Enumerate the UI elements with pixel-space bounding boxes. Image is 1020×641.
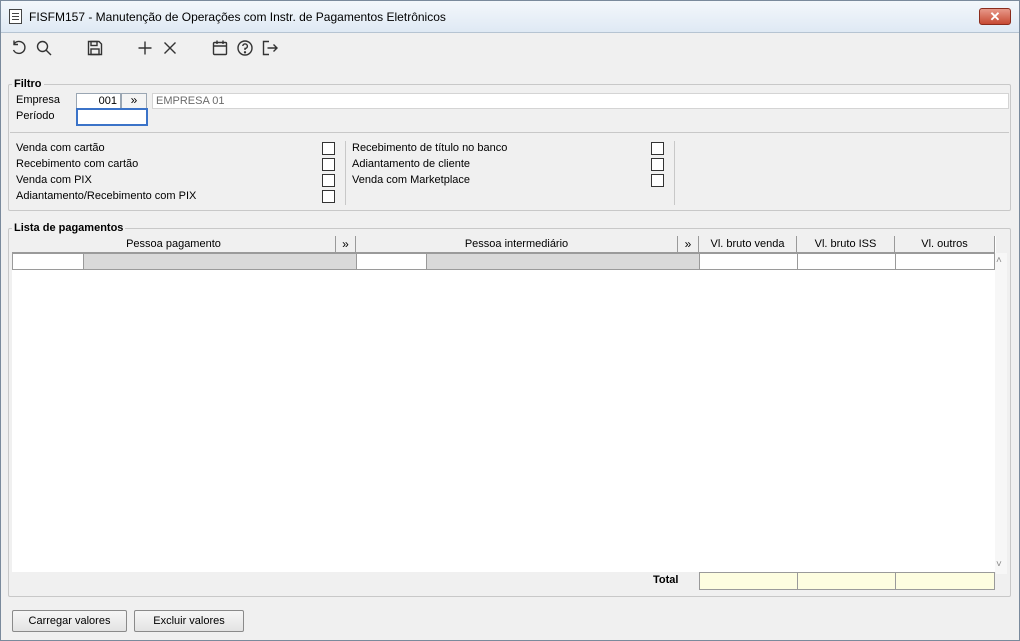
- payments-grid: Pessoa pagamento » Pessoa intermediário …: [12, 236, 1007, 574]
- col-lookup-1[interactable]: »: [336, 236, 356, 253]
- total-label: Total: [653, 574, 679, 586]
- exit-icon[interactable]: [259, 37, 281, 59]
- main-window: FISFM157 - Manutenção de Operações com I…: [0, 0, 1020, 641]
- add-icon[interactable]: [134, 37, 156, 59]
- window-title: FISFM157 - Manutenção de Operações com I…: [29, 10, 446, 24]
- scroll-down-icon[interactable]: ˅: [996, 559, 1002, 570]
- title-bar: FISFM157 - Manutenção de Operações com I…: [1, 1, 1019, 33]
- option-venda-cartao-checkbox[interactable]: [322, 142, 335, 155]
- row1-pessoa-pagamento-name: [83, 253, 357, 270]
- periodo-field[interactable]: [76, 108, 148, 126]
- col-lookup-2[interactable]: »: [678, 236, 699, 253]
- option-adiantamento-pix-checkbox[interactable]: [322, 190, 335, 203]
- row1-pessoa-pagamento-code[interactable]: [12, 253, 84, 270]
- option-recebimento-titulo-label: Recebimento de título no banco: [352, 142, 508, 154]
- calendar-icon[interactable]: [209, 37, 231, 59]
- delete-icon[interactable]: [159, 37, 181, 59]
- col-pessoa-pagamento[interactable]: Pessoa pagamento: [12, 236, 336, 253]
- col-vl-bruto-iss[interactable]: Vl. bruto ISS: [797, 236, 895, 253]
- option-adiantamento-cliente-label: Adiantamento de cliente: [352, 158, 471, 170]
- option-venda-marketplace-label: Venda com Marketplace: [352, 174, 471, 186]
- total-vl-bruto-iss: [797, 572, 896, 590]
- excluir-valores-button[interactable]: Excluir valores: [134, 610, 244, 632]
- empresa-lookup-button[interactable]: »: [121, 93, 147, 109]
- empresa-code-field[interactable]: 001: [76, 93, 121, 109]
- carregar-valores-button[interactable]: Carregar valores: [12, 610, 127, 632]
- option-adiantamento-cliente-checkbox[interactable]: [651, 158, 664, 171]
- option-venda-cartao-label: Venda com cartão: [16, 142, 105, 154]
- col-pessoa-intermediario[interactable]: Pessoa intermediário: [356, 236, 678, 253]
- option-venda-pix-checkbox[interactable]: [322, 174, 335, 187]
- close-button[interactable]: ✕: [979, 8, 1011, 25]
- option-venda-pix-label: Venda com PIX: [16, 174, 92, 186]
- filter-divider: [10, 132, 1009, 133]
- save-icon[interactable]: [84, 37, 106, 59]
- search-icon[interactable]: [33, 37, 55, 59]
- row1-vl-outros[interactable]: [895, 253, 995, 270]
- help-icon[interactable]: [234, 37, 256, 59]
- total-vl-outros: [895, 572, 995, 590]
- options-divider-1: [345, 141, 346, 205]
- filter-legend: Filtro: [14, 78, 42, 90]
- total-vl-bruto-venda: [699, 572, 798, 590]
- grid-vertical-scrollbar[interactable]: ˄ ˅: [995, 253, 1007, 574]
- col-vl-outros[interactable]: Vl. outros: [895, 236, 995, 253]
- row1-vl-bruto-iss[interactable]: [797, 253, 896, 270]
- row1-pessoa-intermediario-code[interactable]: [356, 253, 427, 270]
- toolbar: [1, 34, 1019, 61]
- option-recebimento-cartao-checkbox[interactable]: [322, 158, 335, 171]
- total-bar: Total: [12, 572, 996, 591]
- payments-list-legend: Lista de pagamentos: [14, 222, 124, 234]
- row1-pessoa-intermediario-name: [426, 253, 700, 270]
- periodo-label: Período: [16, 110, 55, 122]
- option-recebimento-cartao-label: Recebimento com cartão: [16, 158, 139, 170]
- option-adiantamento-pix-label: Adiantamento/Recebimento com PIX: [16, 190, 197, 202]
- row1-vl-bruto-venda[interactable]: [699, 253, 798, 270]
- undo-icon[interactable]: [8, 37, 30, 59]
- document-icon: [9, 9, 22, 24]
- option-venda-marketplace-checkbox[interactable]: [651, 174, 664, 187]
- empresa-label: Empresa: [16, 94, 61, 106]
- empresa-name-field: EMPRESA 01: [152, 93, 1009, 109]
- options-divider-2: [674, 141, 675, 205]
- col-vl-bruto-venda[interactable]: Vl. bruto venda: [699, 236, 797, 253]
- scroll-up-icon[interactable]: ˄: [996, 255, 1002, 266]
- option-recebimento-titulo-checkbox[interactable]: [651, 142, 664, 155]
